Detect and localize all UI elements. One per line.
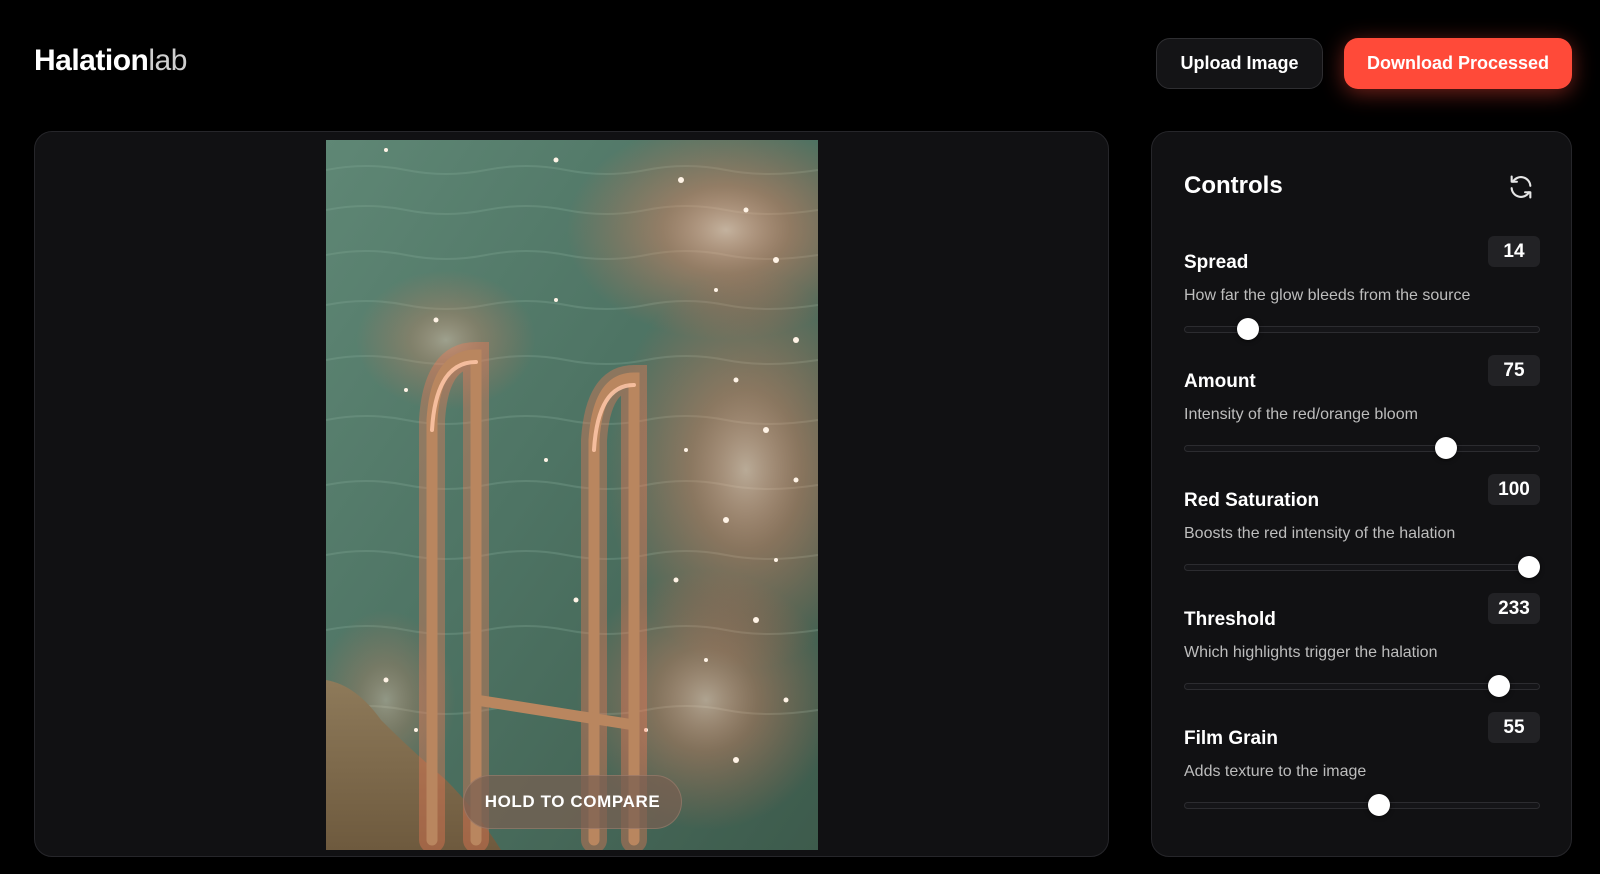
download-processed-button[interactable]: Download Processed xyxy=(1344,38,1572,89)
controls-title: Controls xyxy=(1184,172,1283,199)
threshold-value[interactable]: 233 xyxy=(1488,593,1540,624)
amount-control: Amount 75 Intensity of the red/orange bl… xyxy=(1184,355,1540,481)
app-header: Halationlab Upload Image Download Proces… xyxy=(0,0,1600,120)
film-grain-value[interactable]: 55 xyxy=(1488,712,1540,743)
amount-slider-track xyxy=(1184,445,1540,452)
spread-slider[interactable] xyxy=(1184,318,1540,340)
refresh-icon[interactable] xyxy=(1507,173,1535,201)
amount-label: Amount xyxy=(1184,371,1256,392)
film-grain-control: Film Grain 55 Adds texture to the image xyxy=(1184,712,1540,838)
spread-slider-thumb[interactable] xyxy=(1237,318,1260,340)
threshold-slider-track xyxy=(1184,683,1540,690)
hold-to-compare-button[interactable]: HOLD TO COMPARE xyxy=(463,775,682,829)
preview-panel: HOLD TO COMPARE xyxy=(34,131,1109,857)
red-saturation-value[interactable]: 100 xyxy=(1488,474,1540,505)
film-grain-slider-track xyxy=(1184,802,1540,809)
film-grain-description: Adds texture to the image xyxy=(1184,763,1367,780)
amount-slider-thumb[interactable] xyxy=(1434,437,1457,459)
controls-panel: Controls Spread 14 How far the glow blee… xyxy=(1151,131,1572,857)
logo-main-text: Halation xyxy=(34,44,149,77)
amount-value[interactable]: 75 xyxy=(1488,355,1540,386)
threshold-control: Threshold 233 Which highlights trigger t… xyxy=(1184,593,1540,719)
red-saturation-description: Boosts the red intensity of the halation xyxy=(1184,525,1456,542)
film-grain-slider[interactable] xyxy=(1184,794,1540,816)
app-logo: Halationlab xyxy=(34,44,187,78)
threshold-label: Threshold xyxy=(1184,609,1276,630)
threshold-slider[interactable] xyxy=(1184,675,1540,697)
spread-control: Spread 14 How far the glow bleeds from t… xyxy=(1184,236,1540,362)
spread-label: Spread xyxy=(1184,252,1249,273)
threshold-description: Which highlights trigger the halation xyxy=(1184,644,1438,661)
logo-sub-text: lab xyxy=(148,44,187,77)
threshold-slider-thumb[interactable] xyxy=(1487,675,1510,697)
red-saturation-slider-track xyxy=(1184,564,1540,571)
spread-description: How far the glow bleeds from the source xyxy=(1184,287,1471,304)
amount-slider[interactable] xyxy=(1184,437,1540,459)
amount-description: Intensity of the red/orange bloom xyxy=(1184,406,1418,423)
film-grain-label: Film Grain xyxy=(1184,728,1278,749)
red-saturation-slider-thumb[interactable] xyxy=(1518,556,1540,578)
spread-value[interactable]: 14 xyxy=(1488,236,1540,267)
processed-image-preview xyxy=(326,140,818,850)
red-saturation-slider[interactable] xyxy=(1184,556,1540,578)
upload-image-button[interactable]: Upload Image xyxy=(1156,38,1323,89)
film-grain-slider-thumb[interactable] xyxy=(1367,794,1390,816)
red-saturation-label: Red Saturation xyxy=(1184,490,1320,511)
red-saturation-control: Red Saturation 100 Boosts the red intens… xyxy=(1184,474,1540,600)
